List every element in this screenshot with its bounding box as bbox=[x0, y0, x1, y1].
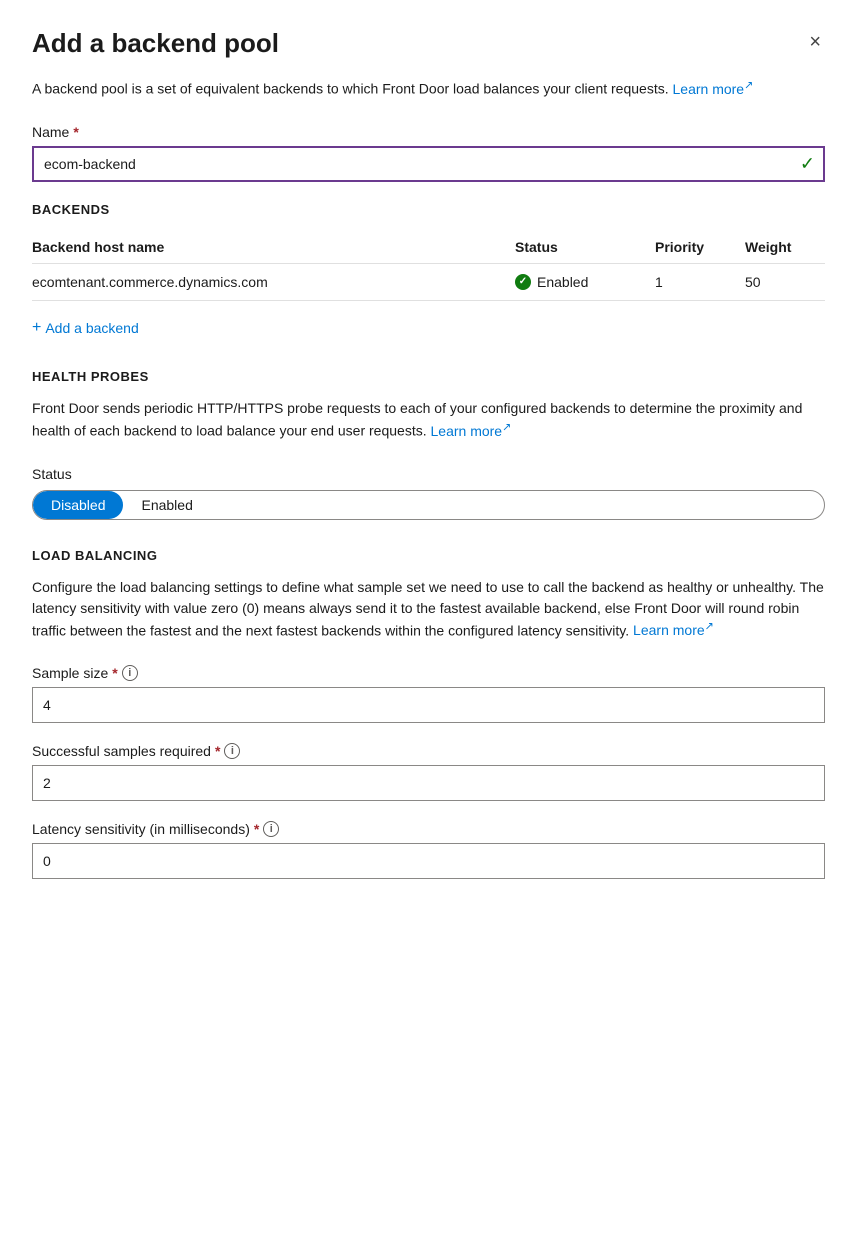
toggle-enabled-button[interactable]: Enabled bbox=[123, 491, 210, 519]
load-balancing-heading: LOAD BALANCING bbox=[32, 548, 825, 563]
toggle-disabled-button[interactable]: Disabled bbox=[33, 491, 123, 519]
name-input-wrapper: ✓ bbox=[32, 146, 825, 182]
health-probe-toggle: Disabled Enabled bbox=[32, 490, 825, 520]
backend-priority: 1 bbox=[655, 274, 745, 290]
panel-description: A backend pool is a set of equivalent ba… bbox=[32, 77, 825, 100]
status-enabled-icon bbox=[515, 274, 531, 290]
name-field: Name * ✓ bbox=[32, 124, 825, 182]
learn-more-link-1[interactable]: Learn more↗ bbox=[673, 81, 754, 97]
sample-size-required: * bbox=[112, 665, 117, 681]
health-external-icon: ↗ bbox=[502, 421, 511, 433]
successful-samples-info-icon[interactable]: i bbox=[224, 743, 240, 759]
add-backend-button[interactable]: + Add a backend bbox=[32, 319, 139, 337]
health-probes-learn-more[interactable]: Learn more↗ bbox=[431, 423, 512, 439]
health-probes-heading: HEALTH PROBES bbox=[32, 369, 825, 384]
successful-samples-required: * bbox=[215, 743, 220, 759]
latency-required: * bbox=[254, 821, 259, 837]
backends-section: BACKENDS Backend host name Status Priori… bbox=[32, 202, 825, 337]
col-weight: Weight bbox=[745, 239, 825, 255]
name-label: Name * bbox=[32, 124, 825, 140]
plus-icon: + bbox=[32, 319, 41, 337]
sample-size-field: Sample size * i bbox=[32, 665, 825, 723]
table-header: Backend host name Status Priority Weight bbox=[32, 231, 825, 264]
load-balancing-section: LOAD BALANCING Configure the load balanc… bbox=[32, 548, 825, 880]
load-balancing-learn-more[interactable]: Learn more↗ bbox=[633, 622, 714, 638]
panel-title: Add a backend pool bbox=[32, 28, 279, 59]
name-input[interactable] bbox=[32, 146, 825, 182]
latency-info-icon[interactable]: i bbox=[263, 821, 279, 837]
latency-sensitivity-field: Latency sensitivity (in milliseconds) * … bbox=[32, 821, 825, 879]
health-probes-description: Front Door sends periodic HTTP/HTTPS pro… bbox=[32, 398, 825, 442]
health-probes-section: HEALTH PROBES Front Door sends periodic … bbox=[32, 369, 825, 520]
latency-sensitivity-label: Latency sensitivity (in milliseconds) * … bbox=[32, 821, 825, 837]
col-host: Backend host name bbox=[32, 239, 515, 255]
panel: Add a backend pool × A backend pool is a… bbox=[0, 0, 857, 1253]
successful-samples-label: Successful samples required * i bbox=[32, 743, 825, 759]
lb-external-icon: ↗ bbox=[705, 621, 714, 633]
load-balancing-description: Configure the load balancing settings to… bbox=[32, 577, 825, 642]
backend-weight: 50 bbox=[745, 274, 825, 290]
external-link-icon: ↗ bbox=[744, 79, 753, 91]
input-valid-icon: ✓ bbox=[800, 153, 815, 174]
close-button[interactable]: × bbox=[805, 28, 825, 56]
col-status: Status bbox=[515, 239, 655, 255]
latency-sensitivity-input[interactable] bbox=[32, 843, 825, 879]
sample-size-input[interactable] bbox=[32, 687, 825, 723]
sample-size-info-icon[interactable]: i bbox=[122, 665, 138, 681]
successful-samples-input[interactable] bbox=[32, 765, 825, 801]
sample-size-label: Sample size * i bbox=[32, 665, 825, 681]
backends-heading: BACKENDS bbox=[32, 202, 825, 217]
backends-table: Backend host name Status Priority Weight… bbox=[32, 231, 825, 301]
health-probe-status-label: Status bbox=[32, 466, 825, 482]
panel-header: Add a backend pool × bbox=[32, 28, 825, 59]
backend-status: Enabled bbox=[515, 274, 655, 290]
successful-samples-field: Successful samples required * i bbox=[32, 743, 825, 801]
name-required-indicator: * bbox=[73, 124, 78, 140]
backend-host: ecomtenant.commerce.dynamics.com bbox=[32, 274, 515, 290]
table-row[interactable]: ecomtenant.commerce.dynamics.com Enabled… bbox=[32, 264, 825, 301]
col-priority: Priority bbox=[655, 239, 745, 255]
health-probe-status-field: Status Disabled Enabled bbox=[32, 466, 825, 520]
